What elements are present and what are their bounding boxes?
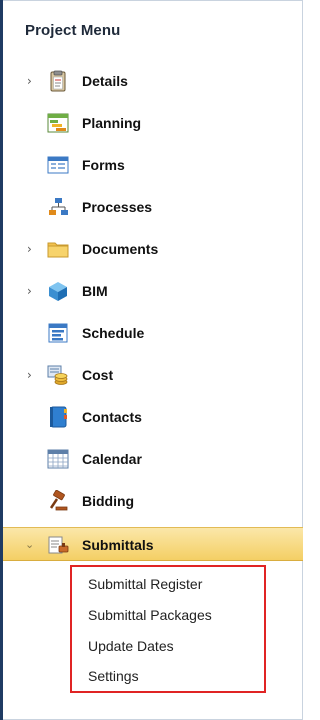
chevron-right-icon[interactable]: ›	[27, 243, 32, 255]
menu-item-processes[interactable]: Processes	[3, 190, 303, 224]
menu-item-cost[interactable]: › Cost	[3, 358, 303, 392]
menu-item-submittals[interactable]: ⌄ Submittals	[3, 527, 303, 561]
submenu-item-update-dates[interactable]: Update Dates	[88, 638, 174, 654]
cube-icon	[46, 280, 70, 302]
menu-item-label: Bidding	[82, 493, 135, 509]
gavel-icon	[46, 489, 70, 512]
processes-icon	[46, 196, 70, 218]
submenu-item-submittal-packages[interactable]: Submittal Packages	[88, 607, 212, 623]
menu-item-label: Submittals	[82, 537, 154, 553]
menu-item-documents[interactable]: › Documents	[3, 232, 303, 266]
panel-title: Project Menu	[25, 22, 121, 39]
menu-item-planning[interactable]: Planning	[3, 106, 303, 140]
schedule-icon	[46, 322, 70, 344]
menu-item-calendar[interactable]: Calendar	[3, 442, 303, 476]
menu-item-contacts[interactable]: Contacts	[3, 400, 303, 434]
submittals-submenu: Submittal Register Submittal Packages Up…	[70, 565, 266, 693]
chevron-right-icon[interactable]: ›	[27, 75, 32, 87]
menu-item-label: Contacts	[82, 409, 142, 425]
contacts-book-icon	[46, 406, 70, 428]
menu-item-forms[interactable]: Forms	[3, 148, 303, 182]
planning-icon	[46, 112, 70, 134]
menu-item-schedule[interactable]: Schedule	[3, 316, 303, 350]
menu-item-label: Planning	[82, 115, 142, 131]
menu-item-label: Documents	[82, 241, 159, 257]
calendar-icon	[46, 448, 70, 470]
clipboard-icon	[46, 70, 70, 92]
menu-item-label: Forms	[82, 157, 125, 173]
folder-icon	[46, 238, 70, 260]
menu-item-details[interactable]: › Details	[3, 64, 303, 98]
chevron-right-icon[interactable]: ›	[27, 285, 32, 297]
submittals-icon	[46, 534, 70, 556]
menu-item-bim[interactable]: › BIM	[3, 274, 303, 308]
cost-icon	[46, 364, 70, 386]
menu-item-label: Processes	[82, 199, 153, 215]
submenu-item-settings[interactable]: Settings	[88, 668, 139, 684]
menu-item-bidding[interactable]: Bidding	[3, 484, 303, 518]
forms-icon	[46, 154, 70, 176]
chevron-down-icon[interactable]: ⌄	[25, 539, 34, 551]
menu-item-label: Cost	[82, 367, 114, 383]
chevron-right-icon[interactable]: ›	[27, 369, 32, 381]
submenu-item-submittal-register[interactable]: Submittal Register	[88, 576, 202, 592]
menu-item-label: Details	[82, 73, 128, 89]
menu-item-label: Schedule	[82, 325, 145, 341]
menu-item-label: Calendar	[82, 451, 142, 467]
menu-item-label: BIM	[82, 283, 108, 299]
